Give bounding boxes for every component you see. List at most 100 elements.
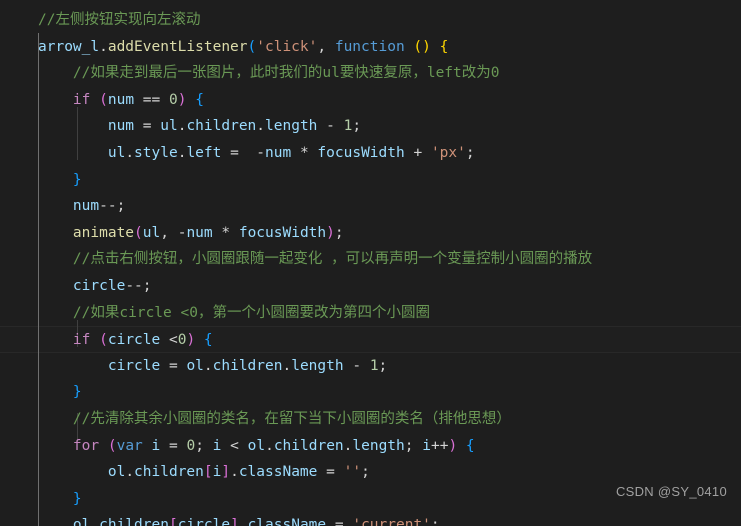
- code-line[interactable]: num--;: [0, 193, 741, 220]
- code-token: (: [99, 91, 108, 108]
- code-token: 1: [369, 357, 379, 374]
- code-token: //如果走到最后一张图片，此时我们的ul要快速复原，left改为0: [72, 65, 500, 82]
- code-token: --;: [125, 277, 152, 294]
- code-token: [: [203, 464, 213, 481]
- code-token: (: [107, 437, 117, 454]
- code-token: children: [273, 437, 344, 454]
- code-line[interactable]: arrow_l.addEventListener('click', functi…: [0, 34, 741, 61]
- code-line-text: }: [0, 486, 82, 513]
- code-token: ul: [160, 118, 178, 135]
- code-line-text: }: [0, 379, 82, 406]
- code-line[interactable]: }: [0, 379, 741, 406]
- code-token: =: [160, 357, 187, 374]
- code-line[interactable]: ul.style.left = -num * focusWidth + 'px'…: [0, 140, 741, 167]
- code-line[interactable]: if (num == 0) {: [0, 87, 741, 114]
- code-token: ): [186, 332, 196, 349]
- code-line-text: if (circle <0) {: [0, 327, 213, 354]
- code-token: children: [212, 357, 283, 374]
- code-token: ]: [230, 517, 239, 526]
- code-token: }: [72, 171, 82, 188]
- code-token: num: [107, 91, 135, 108]
- code-line[interactable]: circle = ol.children.length - 1;: [0, 353, 741, 380]
- code-token: +: [404, 144, 431, 161]
- code-line[interactable]: circle--;: [0, 273, 741, 300]
- code-token: children: [99, 517, 169, 526]
- code-editor-viewport[interactable]: //左侧按钮实现向左滚动 arrow_l.addEventListener('cl…: [0, 0, 741, 526]
- code-token: }: [72, 490, 82, 507]
- code-token: *: [212, 224, 239, 241]
- code-line[interactable]: num = ul.children.length - 1;: [0, 113, 741, 140]
- code-token: function: [334, 38, 405, 55]
- code-token: ol: [186, 357, 204, 374]
- code-content[interactable]: //左侧按钮实现向左滚动 arrow_l.addEventListener('cl…: [0, 7, 741, 526]
- code-token: num: [72, 198, 100, 215]
- code-token: (: [99, 332, 108, 349]
- code-line-text: //点击右侧按钮，小圆圈跟随一起变化 ，可以再声明一个变量控制小圆圈的播放: [0, 246, 592, 273]
- code-line-text: for (var i = 0; i < ol.children.length; …: [0, 433, 475, 460]
- code-line-text: circle--;: [0, 273, 152, 300]
- code-token: =: [317, 464, 344, 481]
- code-token: arrow_l: [38, 38, 100, 55]
- code-token: for: [72, 437, 100, 454]
- code-token: num: [265, 144, 292, 161]
- code-token: [: [168, 517, 178, 526]
- code-line[interactable]: }: [0, 167, 741, 194]
- code-line-text: num--;: [0, 193, 125, 220]
- code-token: --;: [99, 198, 126, 215]
- code-token: children: [186, 118, 257, 135]
- code-token: ;: [404, 437, 423, 454]
- code-token: var: [116, 437, 143, 454]
- code-line[interactable]: ol.children[circle].className = 'current…: [0, 512, 741, 526]
- code-token: num: [186, 224, 213, 241]
- code-token: {: [203, 332, 213, 349]
- code-token: =: [326, 517, 353, 526]
- code-token: ;: [361, 464, 370, 481]
- code-token: <: [160, 332, 178, 349]
- code-token: 'current': [352, 517, 431, 526]
- code-token: //如果circle <0，第一个小圆圈要改为第四个小圆圈: [72, 304, 430, 321]
- code-line[interactable]: //如果走到最后一张图片，此时我们的ul要快速复原，left改为0: [0, 60, 741, 87]
- code-token: //先清除其余小圆圈的类名，在留下当下小圆圈的类名（排他思想）: [72, 410, 511, 427]
- code-token: i: [151, 437, 161, 454]
- code-token: ): [326, 224, 335, 241]
- code-token: 0: [168, 91, 178, 108]
- code-token: length: [265, 118, 318, 135]
- code-line[interactable]: //先清除其余小圆圈的类名，在留下当下小圆圈的类名（排他思想）: [0, 406, 741, 433]
- code-line-text: num = ul.children.length - 1;: [0, 113, 361, 140]
- code-line[interactable]: //点击右侧按钮，小圆圈跟随一起变化 ，可以再声明一个变量控制小圆圈的播放: [0, 246, 741, 273]
- code-token: if: [72, 91, 91, 108]
- code-token: focusWidth: [238, 224, 327, 241]
- code-line-text: ul.style.left = -num * focusWidth + 'px'…: [0, 140, 475, 167]
- code-line-text: //先清除其余小圆圈的类名，在留下当下小圆圈的类名（排他思想）: [0, 406, 511, 433]
- code-token: ul: [107, 144, 126, 161]
- code-line[interactable]: animate(ul, -num * focusWidth);: [0, 220, 741, 247]
- code-token: ;: [430, 517, 440, 526]
- code-line[interactable]: if (circle <0) {: [0, 326, 741, 353]
- code-token: .: [230, 464, 239, 481]
- code-line[interactable]: for (var i = 0; i < ol.children.length; …: [0, 433, 741, 460]
- csdn-watermark: CSDN @SY_0410: [615, 484, 727, 500]
- code-line[interactable]: //左侧按钮实现向左滚动: [0, 7, 741, 34]
- code-token: (): [413, 38, 431, 55]
- code-line-text: //左侧按钮实现向左滚动: [0, 7, 200, 34]
- code-line-text: //如果走到最后一张图片，此时我们的ul要快速复原，left改为0: [0, 60, 500, 87]
- code-line[interactable]: //如果circle <0，第一个小圆圈要改为第四个小圆圈: [0, 300, 741, 327]
- code-token: =: [221, 144, 257, 161]
- code-token: circle: [177, 517, 231, 526]
- code-token: *: [291, 144, 318, 161]
- code-token: 'click': [256, 38, 318, 55]
